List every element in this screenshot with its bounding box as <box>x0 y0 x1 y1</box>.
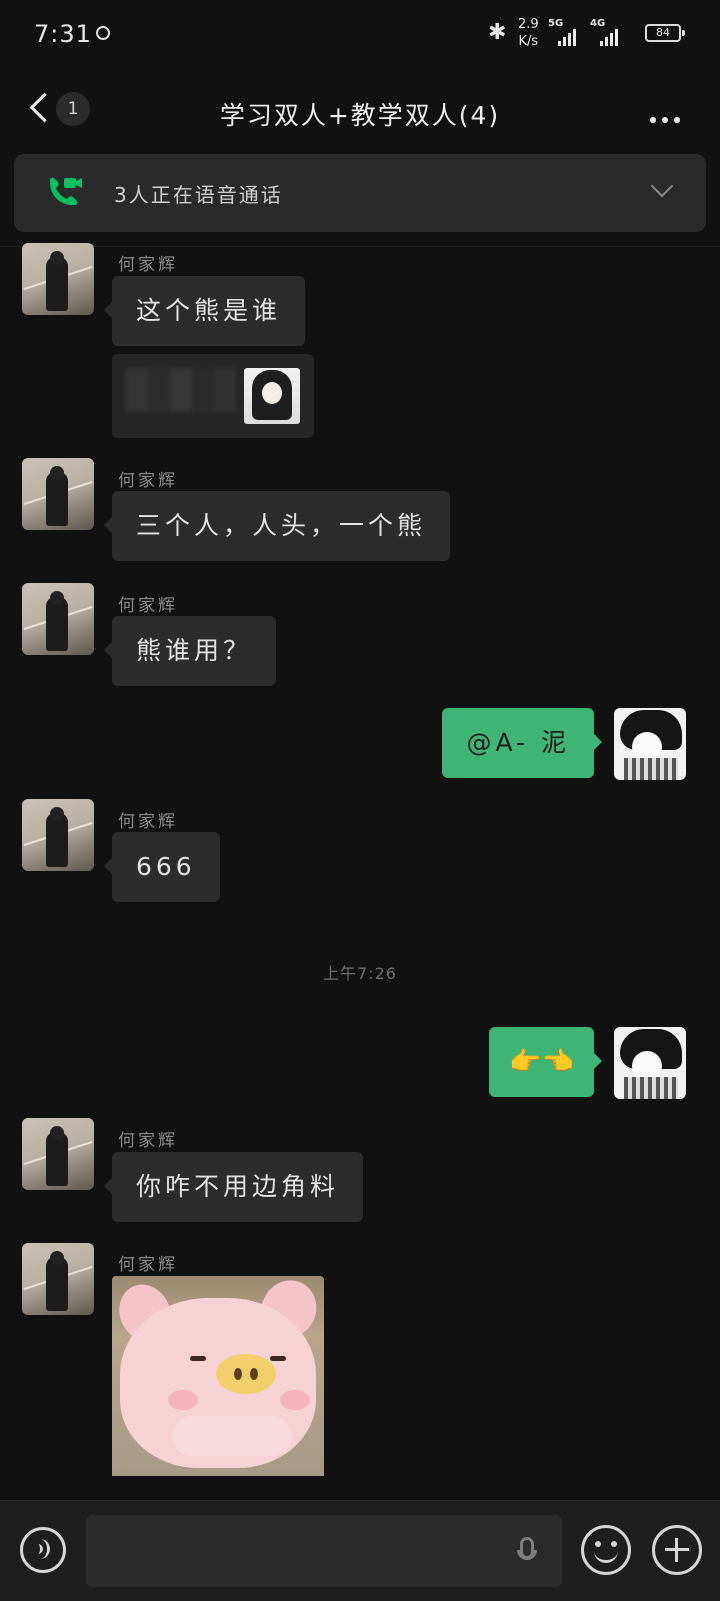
voice-call-text: 3人正在语音通话 <box>114 183 283 207</box>
signal-5g-icon: 5G <box>548 18 590 48</box>
message-input[interactable] <box>86 1515 562 1587</box>
pig-arm <box>172 1416 292 1456</box>
header-divider <box>0 246 720 247</box>
microphone-icon[interactable] <box>517 1537 537 1560</box>
plus-icon[interactable] <box>652 1525 702 1575</box>
chevron-down-icon[interactable] <box>650 174 674 198</box>
net-speed: 2.9 K/s <box>518 16 539 50</box>
sender-name: 何家辉 <box>118 812 178 832</box>
avatar[interactable] <box>22 799 94 871</box>
message-bubble[interactable]: 666 <box>104 832 220 902</box>
avatar[interactable] <box>22 243 94 315</box>
sender-name: 何家辉 <box>118 1255 178 1275</box>
quoted-message-card[interactable] <box>112 354 314 438</box>
sender-name: 何家辉 <box>118 1131 178 1151</box>
chat-title: 学习双人+教学双人(4) <box>219 101 501 130</box>
my-message-bubble[interactable]: @A- 泥 <box>442 708 602 778</box>
status-time: 7:31 <box>34 20 92 48</box>
sender-name: 何家辉 <box>118 255 178 275</box>
my-message-bubble[interactable]: 👉👈 <box>489 1027 602 1097</box>
message-bubble[interactable]: 熊谁用？ <box>103 616 277 686</box>
more-icon[interactable] <box>650 108 690 123</box>
avatar[interactable] <box>22 1118 94 1190</box>
voice-call-banner[interactable]: 3人正在语音通话 <box>14 154 706 232</box>
avatar[interactable] <box>22 1243 94 1315</box>
pig-sticker[interactable] <box>112 1276 324 1476</box>
net-speed-unit: K/s <box>518 34 539 49</box>
sender-name: 何家辉 <box>118 471 178 491</box>
message-bubble[interactable]: 你咋不用边角料 <box>103 1152 364 1222</box>
net-speed-value: 2.9 <box>518 17 539 32</box>
chat-header: 1 学习双人+教学双人(4) <box>0 70 720 150</box>
battery-level: 84 <box>656 26 670 39</box>
quoted-image-thumbnail <box>244 368 300 424</box>
input-bar <box>0 1500 720 1601</box>
alarm-icon <box>96 26 110 40</box>
sender-name: 何家辉 <box>118 596 178 616</box>
avatar[interactable] <box>22 458 94 530</box>
status-bar: 7:31 ✱ 2.9 K/s 5G 4G 84 <box>0 0 720 70</box>
voice-toggle-icon[interactable] <box>20 1527 66 1573</box>
phone-icon <box>49 177 82 206</box>
blurred-quote-text <box>126 368 236 412</box>
my-avatar[interactable] <box>614 708 686 780</box>
avatar[interactable] <box>22 583 94 655</box>
bluetooth-icon: ✱ <box>488 20 507 45</box>
battery-icon: 84 <box>645 24 685 42</box>
message-bubble[interactable]: 这个熊是谁 <box>103 276 306 346</box>
time-separator: 上午7:26 <box>323 964 397 983</box>
my-avatar[interactable] <box>614 1027 686 1099</box>
signal-4g-icon: 4G <box>590 18 632 48</box>
emoji-icon[interactable] <box>581 1525 631 1575</box>
message-bubble[interactable]: 三个人，人头，一个熊 <box>103 491 451 561</box>
